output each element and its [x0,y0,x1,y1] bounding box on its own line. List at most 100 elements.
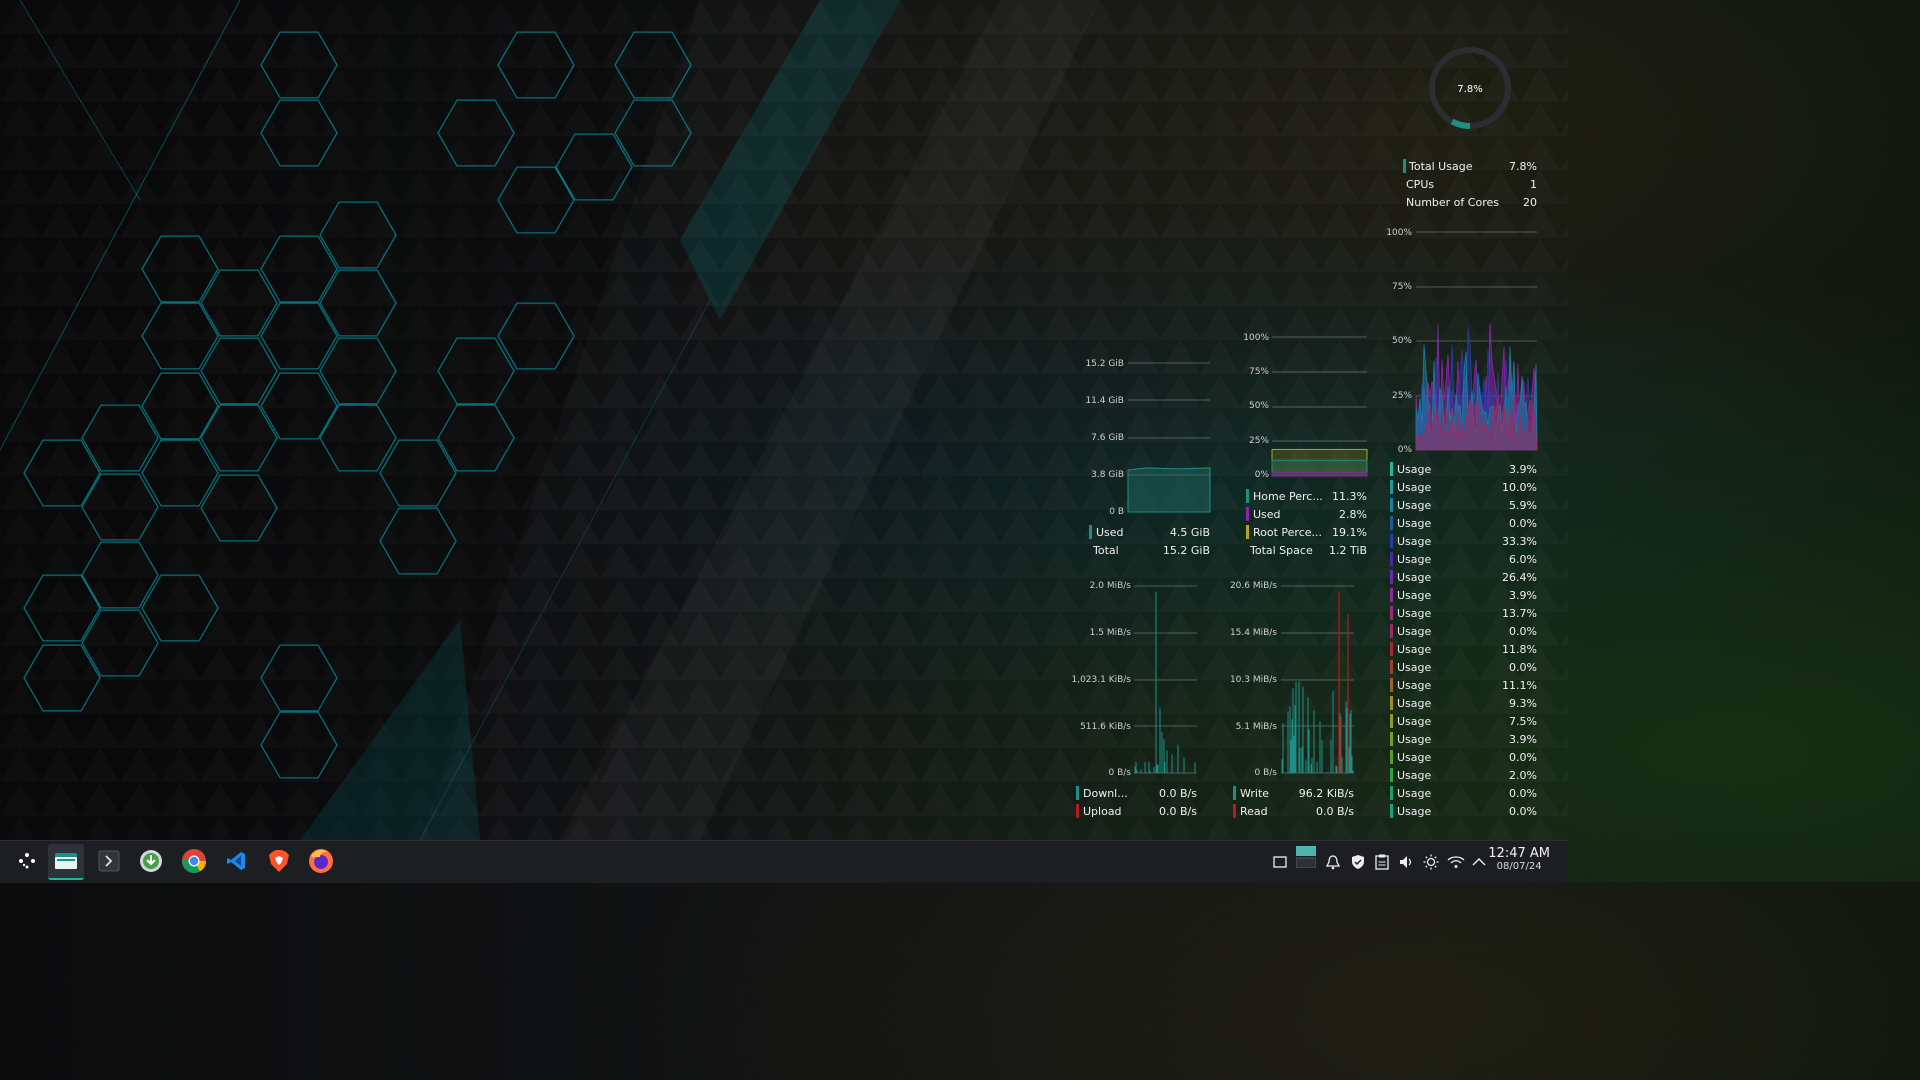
firefox-icon [309,849,333,873]
security-button[interactable] [1349,853,1367,871]
disk-axis-0: 0% [1254,470,1269,480]
upload-value: 0.0 B/s [1159,805,1197,818]
memory-total-label: Total [1093,544,1119,557]
volume-button[interactable] [1397,853,1415,871]
core-usage-marker [1390,696,1393,710]
cpu-gauge-value: 7.8% [1457,84,1482,95]
firefox-button[interactable] [303,844,339,878]
memory-total-value: 15.2 GiB [1162,544,1210,557]
brightness-button[interactable] [1422,853,1440,871]
app-launcher-icon [19,853,35,869]
write-marker [1233,786,1236,800]
disk-used-marker [1246,507,1249,521]
vscode-button[interactable] [218,844,254,878]
cpu-axis-50: 50% [1391,336,1412,346]
expand-tray-button[interactable] [1470,853,1488,871]
core-usage-marker [1390,678,1393,692]
diskio-axis-2: 10.3 MiB/s [1229,675,1277,685]
core-usage-value: 0.0% [1509,805,1537,818]
home-percent-label: Home Perc... [1253,490,1323,503]
core-usage-marker [1390,552,1393,566]
core-usage-label: Usage [1397,571,1432,584]
network-axis-2: 1,023.1 KiB/s [1071,675,1131,685]
core-usage-value: 11.8% [1502,643,1537,656]
dolphin-file-manager-button[interactable] [48,844,84,880]
brave-button[interactable] [261,844,297,878]
core-usage-marker [1390,570,1393,584]
konsole-terminal-button[interactable] [91,844,127,878]
cpu-axis-75: 75% [1391,282,1412,292]
vscode-icon [227,852,245,870]
core-usage-value: 3.9% [1509,463,1537,476]
core-usage-label: Usage [1397,535,1432,548]
notifications-icon [1325,855,1341,870]
clipboard-button[interactable] [1373,853,1391,871]
network-axis-1: 1.5 MiB/s [1089,628,1131,638]
core-usage-marker [1390,660,1393,674]
core-usage-label: Usage [1397,805,1432,818]
cpu-gauge: 7.8% [1429,47,1511,129]
core-usage-label: Usage [1397,499,1432,512]
cpus-label: CPUs [1406,178,1435,191]
core-usage-label: Usage [1397,553,1432,566]
app-launcher-button[interactable] [9,844,45,878]
pager-button[interactable] [1296,846,1316,868]
write-value: 96.2 KiB/s [1298,787,1354,800]
dolphin-file-manager-icon [55,853,77,869]
clock[interactable]: 12:47 AM 08/07/24 [1488,846,1550,873]
read-marker [1233,804,1236,818]
memory-axis-2: 7.6 GiB [1091,433,1124,443]
core-usage-marker [1390,480,1393,494]
root-percent-value: 19.1% [1332,526,1367,539]
core-usage-value: 7.5% [1509,715,1537,728]
total-space-label: Total Space [1250,544,1313,557]
download-manager-button[interactable] [133,844,169,878]
clock-time: 12:47 AM [1488,846,1550,861]
root-percent-label: Root Perce... [1253,526,1323,539]
core-usage-value: 3.9% [1509,733,1537,746]
cpu-axis-100: 100% [1386,228,1412,238]
core-usage-label: Usage [1397,625,1432,638]
diskio-axis-4: 0 B/s [1254,768,1277,778]
memory-axis-1: 11.4 GiB [1085,396,1124,406]
memory-axis-4: 0 B [1109,507,1124,517]
core-usage-value: 0.0% [1509,787,1537,800]
core-usage-value: 3.9% [1509,589,1537,602]
network-history-graph [1134,585,1197,774]
shield-icon [1352,855,1364,869]
core-usage-value: 10.0% [1502,481,1537,494]
memory-used-marker [1089,525,1092,539]
core-usage-marker [1390,624,1393,638]
core-usage-label: Usage [1397,787,1432,800]
core-usage-label: Usage [1397,751,1432,764]
chrome-icon [182,849,206,874]
show-desktop-button[interactable] [1271,853,1289,871]
download-manager-icon [140,850,162,872]
root-percent-marker [1246,525,1249,539]
home-percent-value: 11.3% [1332,490,1367,503]
core-usage-value: 2.0% [1509,769,1537,782]
disk-axis-75: 75% [1248,367,1269,377]
total-space-value: 1.2 TiB [1329,544,1367,557]
core-usage-value: 5.9% [1509,499,1537,512]
network-axis-4: 0 B/s [1108,768,1131,778]
diskio-history-graph [1281,585,1354,774]
disk-axis-25: 25% [1248,436,1269,446]
cores-count-label: Number of Cores [1406,196,1499,209]
core-usage-marker [1390,588,1393,602]
chrome-button[interactable] [176,844,212,878]
core-usage-value: 0.0% [1509,751,1537,764]
memory-used-area [1127,467,1211,513]
core-usage-value: 0.0% [1509,625,1537,638]
network-axis-3: 511.6 KiB/s [1080,722,1131,732]
wifi-button[interactable] [1447,853,1465,871]
core-usage-marker [1390,732,1393,746]
core-usage-value: 26.4% [1502,571,1537,584]
core-usage-label: Usage [1397,589,1432,602]
disk-axis-50: 50% [1248,401,1269,411]
notifications-button[interactable] [1324,853,1342,871]
disk-axis-100: 100% [1243,333,1269,343]
read-label: Read [1240,805,1268,818]
clipboard-icon [1375,854,1389,870]
core-usage-value: 13.7% [1502,607,1537,620]
